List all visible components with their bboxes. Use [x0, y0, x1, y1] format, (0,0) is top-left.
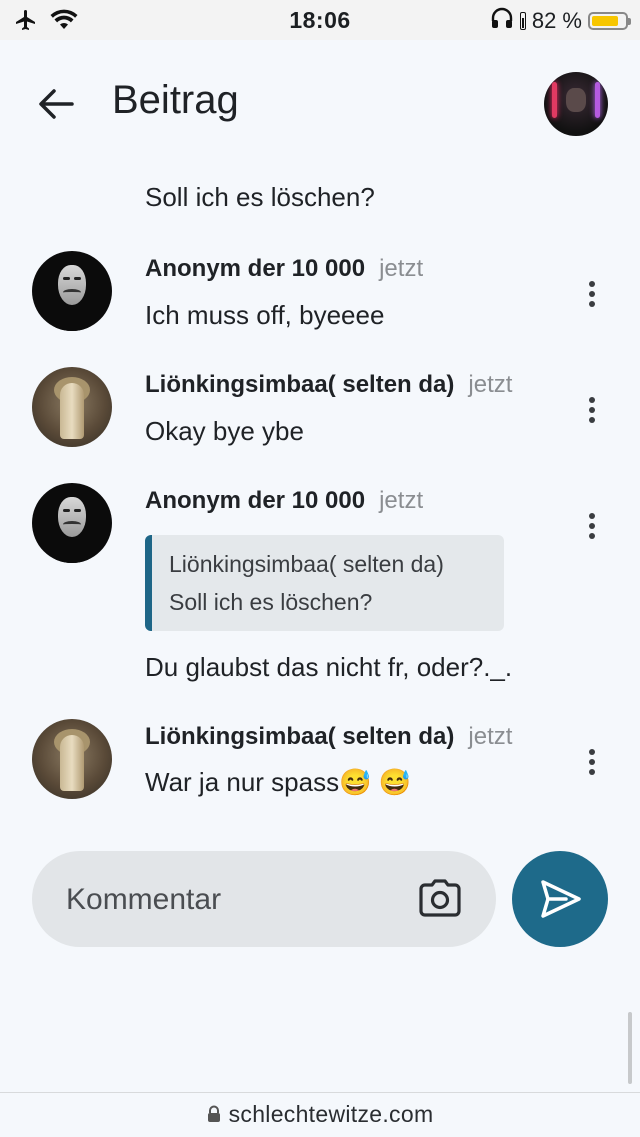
status-bar: 18:06 82 %	[0, 0, 640, 40]
more-options-button[interactable]	[580, 279, 604, 309]
battery-icon	[588, 12, 631, 30]
comment-text: Ich muss off, byeeee	[145, 300, 385, 330]
comment-author-name: Liönkingsimbaa( selten da)	[145, 371, 455, 398]
camera-icon	[419, 879, 461, 917]
comment-composer	[32, 851, 496, 947]
more-vert-icon	[589, 397, 595, 403]
avatar[interactable]	[32, 483, 112, 563]
comment-author[interactable]: Liönkingsimbaa( selten da) jetzt	[145, 723, 512, 751]
page-title: Beitrag	[112, 78, 239, 122]
avatar[interactable]	[32, 251, 112, 331]
headphones-icon	[490, 7, 514, 35]
arrow-left-icon	[39, 89, 74, 119]
more-options-button[interactable]	[580, 395, 604, 425]
url-text: schlechtewitze.com	[228, 1101, 434, 1127]
quoted-comment[interactable]: Liönkingsimbaa( selten da) Soll ich es l…	[145, 535, 504, 631]
send-icon	[541, 880, 581, 918]
lock-icon	[207, 1102, 221, 1129]
more-vert-icon	[589, 749, 595, 755]
avatar[interactable]	[32, 367, 112, 447]
camera-button[interactable]	[418, 879, 462, 919]
comment-author-name: Liönkingsimbaa( selten da)	[145, 723, 455, 750]
comment-time: jetzt	[379, 255, 424, 282]
browser-url-bar[interactable]: schlechtewitze.com	[0, 1092, 640, 1137]
quoted-author: Liönkingsimbaa( selten da)	[169, 551, 444, 577]
user-avatar[interactable]	[544, 72, 608, 136]
back-button[interactable]	[34, 82, 78, 126]
avatar[interactable]	[32, 719, 112, 799]
more-vert-icon	[589, 281, 595, 287]
more-options-button[interactable]	[580, 747, 604, 777]
comment-text: Okay bye ybe	[145, 416, 304, 446]
comment-time: jetzt	[379, 487, 424, 514]
battery-percent: 82 %	[531, 8, 582, 33]
quoted-text: Soll ich es löschen?	[169, 589, 373, 615]
more-options-button[interactable]	[580, 511, 604, 541]
comment-time: jetzt	[468, 723, 513, 750]
comment-author[interactable]: Anonym der 10 000 jetzt	[145, 487, 423, 515]
more-vert-icon	[589, 513, 595, 519]
comment-text: Du glaubst das nicht fr, oder?._.	[145, 652, 513, 682]
comment-time: jetzt	[468, 371, 513, 398]
preceding-comment-text: Soll ich es löschen?	[145, 182, 375, 212]
header: Beitrag	[0, 40, 640, 160]
comment-input[interactable]	[64, 875, 428, 925]
send-button[interactable]	[512, 851, 608, 947]
comment-author[interactable]: Liönkingsimbaa( selten da) jetzt	[145, 371, 512, 399]
scrollbar[interactable]	[628, 1012, 632, 1084]
battery-level-icon	[519, 12, 526, 30]
comment-author[interactable]: Anonym der 10 000 jetzt	[145, 255, 423, 283]
comment-author-name: Anonym der 10 000	[145, 487, 366, 514]
comment-text: War ja nur spass😅 😅	[145, 767, 412, 797]
battery-fill	[592, 16, 618, 26]
comment-author-name: Anonym der 10 000	[145, 255, 366, 282]
